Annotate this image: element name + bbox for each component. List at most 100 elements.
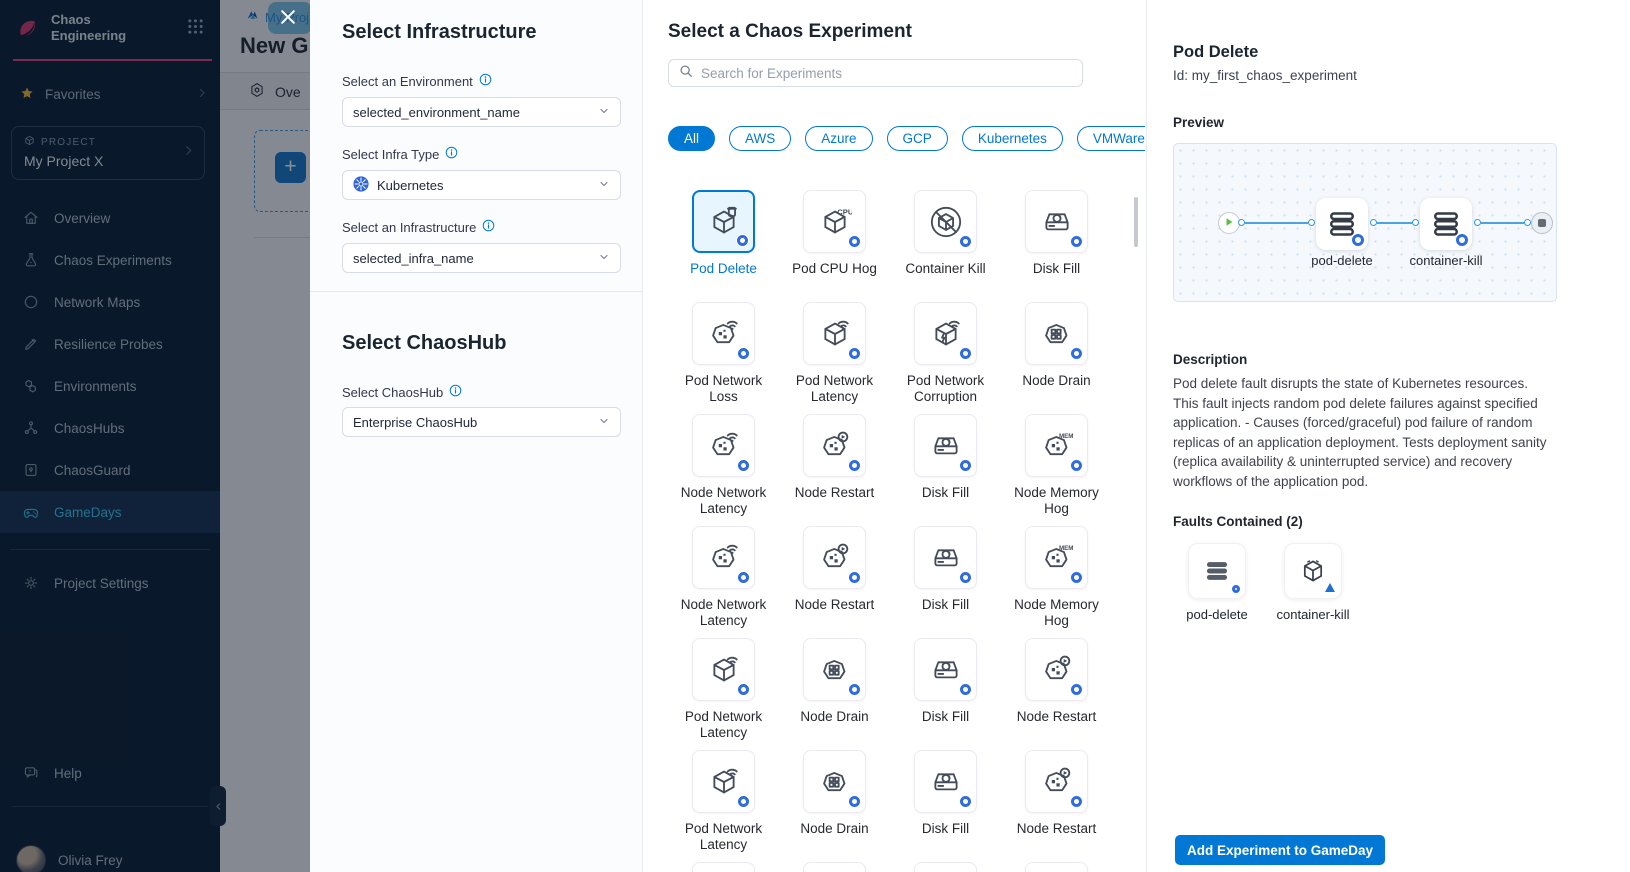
infrastructure-title: Select Infrastructure <box>342 20 621 44</box>
experiment-card-pod-network-latency[interactable] <box>692 750 755 813</box>
pipeline-end-node[interactable] <box>1531 212 1553 234</box>
filter-chip-kubernetes[interactable]: Kubernetes <box>962 126 1063 151</box>
experiment-card-disk-fill[interactable] <box>914 526 977 589</box>
add-experiment-button[interactable]: Add Experiment to GameDay <box>1175 835 1385 865</box>
experiment-card-pod-delete[interactable] <box>692 190 755 253</box>
kubernetes-badge-icon <box>1070 683 1083 696</box>
fault-card[interactable] <box>1188 543 1246 599</box>
experiment-panel-title: Select a Chaos Experiment <box>668 21 912 43</box>
chevron-down-icon <box>598 415 610 430</box>
experiment-id: Id: my_first_chaos_experiment <box>1173 68 1357 83</box>
pipeline-node-container-kill[interactable] <box>1420 198 1472 250</box>
kubernetes-badge-icon <box>848 235 861 248</box>
experiment-title: Pod Delete <box>1173 43 1258 62</box>
filter-chip-vmware[interactable]: VMWare <box>1077 126 1145 151</box>
experiment-label: Disk Fill <box>1033 261 1080 277</box>
experiment-label: Node Restart <box>1017 709 1097 725</box>
experiment-card-container-kill[interactable] <box>914 190 977 253</box>
fault-card[interactable] <box>1284 543 1342 599</box>
infra-type-select[interactable]: Kubernetes <box>342 170 621 200</box>
experiment-card-disk-fill[interactable] <box>1025 190 1088 253</box>
info-icon[interactable] <box>479 73 492 89</box>
experiment-card-node-drain[interactable] <box>803 862 866 872</box>
description-text: Pod delete fault disrupts the state of K… <box>1173 374 1549 491</box>
pipeline-start-node[interactable] <box>1218 212 1240 234</box>
svg-text:MEM: MEM <box>1058 545 1073 552</box>
filter-chip-gcp[interactable]: GCP <box>887 126 948 151</box>
experiment-label: Disk Fill <box>922 485 969 501</box>
kubernetes-badge-icon <box>1070 459 1083 472</box>
experiment-cell: Disk Fill <box>890 414 1001 526</box>
modal-close-button[interactable] <box>273 3 303 33</box>
filter-chip-all[interactable]: All <box>668 126 715 151</box>
experiment-card-node-drain[interactable] <box>803 638 866 701</box>
experiment-card-node-restart[interactable] <box>1025 862 1088 872</box>
experiment-card-node-memory-hog[interactable]: MEM <box>1025 526 1088 589</box>
experiment-cell: Disk Fill <box>1001 190 1112 302</box>
experiment-card-disk-fill[interactable] <box>914 862 977 872</box>
experiment-card-disk-fill[interactable] <box>914 414 977 477</box>
experiment-card-pod-network-corruption[interactable] <box>914 302 977 365</box>
experiment-card-disk-fill[interactable] <box>914 750 977 813</box>
cube-wifi-icon <box>707 653 741 687</box>
environment-select[interactable]: selected_environment_name <box>342 97 621 127</box>
experiment-card-pod-cpu-hog[interactable]: CPU <box>803 190 866 253</box>
info-icon[interactable] <box>482 219 495 235</box>
pipeline-node-label: pod-delete <box>1292 253 1392 268</box>
info-icon[interactable] <box>449 384 462 400</box>
experiment-label: Node Restart <box>1017 821 1097 837</box>
experiment-label: Node Network Latency <box>670 485 778 516</box>
experiment-cell: MEMNode Memory Hog <box>1001 414 1112 526</box>
experiment-card-pod-network-latency[interactable] <box>692 638 755 701</box>
scrollbar-thumb[interactable] <box>1134 197 1138 247</box>
pipeline-node-pod-delete[interactable] <box>1316 198 1368 250</box>
experiment-cell: Container Kill <box>890 190 1001 302</box>
disk-icon <box>929 653 963 687</box>
infrastructure-panel: Select Infrastructure Select an Environm… <box>310 0 643 872</box>
experiment-cell: Node Restart <box>1001 750 1112 862</box>
kubernetes-badge-icon <box>1455 233 1469 247</box>
experiment-card-node-restart[interactable] <box>1025 638 1088 701</box>
experiment-card-disk-fill[interactable] <box>914 638 977 701</box>
filter-chip-aws[interactable]: AWS <box>729 126 791 151</box>
kubernetes-badge-icon <box>959 571 972 584</box>
experiment-card-pod-network-loss[interactable] <box>692 302 755 365</box>
disk-icon <box>929 429 963 463</box>
cube-wifi-icon <box>818 317 852 351</box>
kubernetes-badge-icon <box>848 571 861 584</box>
search-input[interactable] <box>701 66 1072 81</box>
detail-panel: Pod Delete Id: my_first_chaos_experiment… <box>1147 0 1630 872</box>
svg-text:MEM: MEM <box>1058 433 1073 440</box>
experiment-cell: Disk Fill <box>890 526 1001 638</box>
experiment-label: Pod CPU Hog <box>792 261 877 277</box>
fault-item-pod-delete: pod-delete <box>1171 543 1263 622</box>
info-icon[interactable] <box>445 146 458 162</box>
experiment-cell: Pod Delete <box>668 190 779 302</box>
experiment-label: Node Drain <box>800 709 868 725</box>
chaoshub-select[interactable]: Enterprise ChaosHub <box>342 407 621 437</box>
experiment-card-node-restart[interactable] <box>803 526 866 589</box>
experiment-search <box>668 59 1083 87</box>
experiment-card-node-restart[interactable] <box>1025 750 1088 813</box>
kubernetes-badge-icon <box>1070 571 1083 584</box>
experiment-card-pod-network-latency[interactable] <box>692 862 755 872</box>
experiment-label: Pod Network Latency <box>670 821 778 852</box>
filter-chip-azure[interactable]: Azure <box>805 126 872 151</box>
experiment-card-node-drain[interactable] <box>1025 302 1088 365</box>
experiment-cell: Disk Fill <box>890 750 1001 862</box>
experiment-card-node-network-latency[interactable] <box>692 414 755 477</box>
node-play-icon <box>818 429 852 463</box>
infrastructure-select[interactable]: selected_infra_name <box>342 243 621 273</box>
node-play-icon <box>1040 765 1074 799</box>
experiment-card-node-drain[interactable] <box>803 750 866 813</box>
node-mem-icon: MEM <box>1040 541 1074 575</box>
kubernetes-badge-icon <box>959 683 972 696</box>
fault-item-container-kill: container-kill <box>1267 543 1359 622</box>
experiment-card-pod-network-latency[interactable] <box>803 302 866 365</box>
kubernetes-badge-icon <box>736 234 749 247</box>
close-icon <box>279 8 297 29</box>
fault-label: container-kill <box>1277 607 1350 622</box>
experiment-card-node-network-latency[interactable] <box>692 526 755 589</box>
experiment-card-node-restart[interactable] <box>803 414 866 477</box>
experiment-card-node-memory-hog[interactable]: MEM <box>1025 414 1088 477</box>
